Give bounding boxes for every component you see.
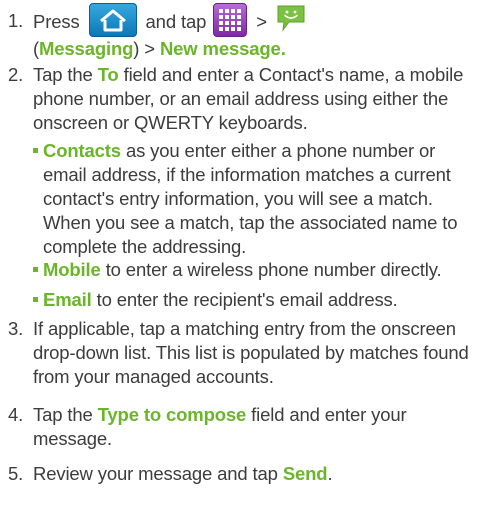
- step-text: and tap: [145, 10, 207, 32]
- step-number: 2.: [8, 64, 24, 85]
- step-number: 3.: [8, 318, 24, 339]
- step-number: 1.: [8, 10, 24, 31]
- step-1: 1. Press and tap > (Messaging) > New mes…: [8, 3, 480, 61]
- bullet-text: to enter the recipient's email address.: [96, 289, 398, 310]
- step-text: Tap the: [33, 64, 93, 85]
- bullet-term: Contacts: [43, 140, 121, 161]
- step-text: ): [133, 38, 140, 59]
- instruction-page: 1. Press and tap > (Messaging) > New mes…: [0, 0, 485, 509]
- bullet-marker: [33, 297, 38, 302]
- step-text: Tap the: [33, 404, 93, 425]
- step-text: .: [280, 38, 286, 59]
- bullet-text: to enter a wireless phone number directl…: [105, 259, 442, 280]
- bullet-marker: [33, 267, 38, 272]
- type-to-compose-term: Type to compose: [97, 404, 247, 425]
- step-number: 5.: [8, 463, 24, 484]
- step-text: >: [256, 10, 267, 32]
- step-3: 3. If applicable, tap a matching entry f…: [8, 317, 480, 389]
- bullet-marker: [33, 148, 38, 153]
- step-4: 4. Tap the Type to compose field and ent…: [8, 403, 480, 451]
- bullet-email: Email to enter the recipient's email add…: [33, 288, 481, 312]
- new-message-term: New message: [159, 38, 281, 59]
- messaging-term: Messaging: [39, 38, 134, 59]
- send-term: Send: [282, 463, 328, 484]
- step-text: >: [144, 38, 155, 59]
- step-text: .: [327, 463, 333, 484]
- step-number: 4.: [8, 404, 24, 425]
- messaging-icon: [276, 4, 306, 32]
- bullet-contacts: Contacts as you enter either a phone num…: [33, 139, 481, 259]
- step-text: If applicable, tap a matching entry from…: [33, 318, 469, 387]
- bullet-term: Email: [43, 289, 92, 310]
- home-icon: [88, 3, 137, 37]
- bullet-mobile: Mobile to enter a wireless phone number …: [33, 258, 481, 282]
- to-field-term: To: [97, 64, 119, 85]
- step-text: Review your message and tap: [33, 463, 278, 484]
- bullet-term: Mobile: [43, 259, 101, 280]
- step-text: Press: [33, 10, 80, 32]
- step-2: 2. Tap the To field and enter a Contact'…: [8, 63, 480, 135]
- step-5: 5. Review your message and tap Send.: [8, 462, 480, 486]
- apps-icon: [213, 3, 248, 37]
